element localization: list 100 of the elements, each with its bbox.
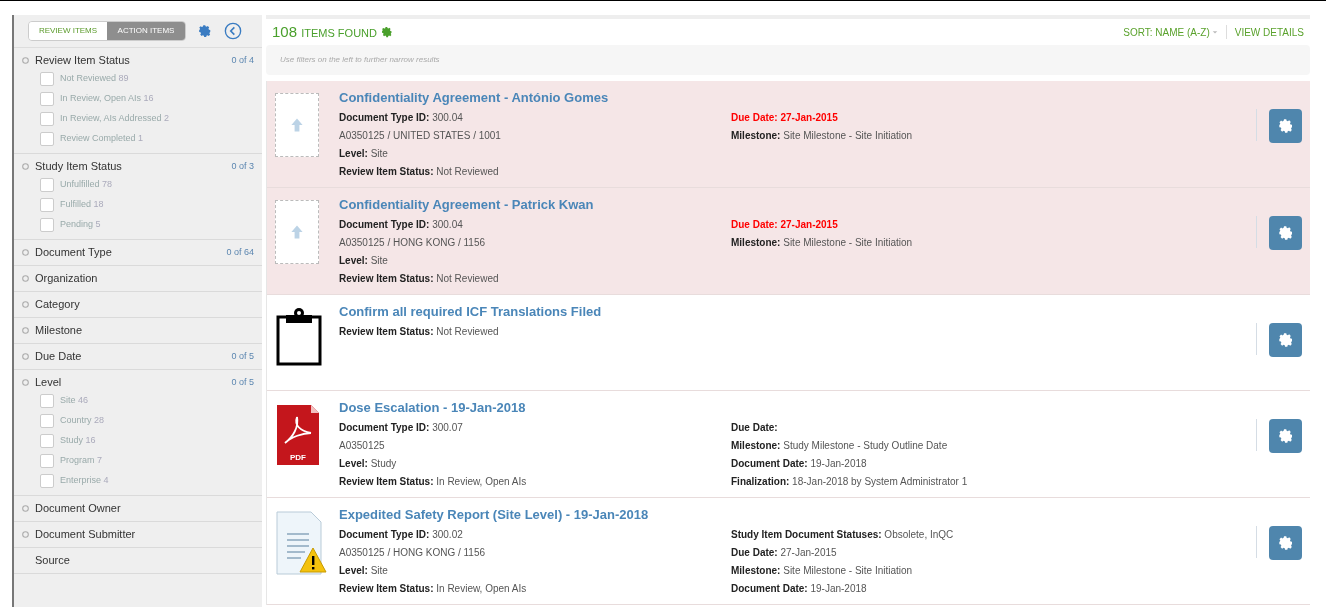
facet-count: 0 of 5 bbox=[231, 349, 254, 363]
pdf-file-icon: PDF bbox=[275, 403, 321, 467]
filter-option[interactable]: Country 28 bbox=[60, 414, 105, 428]
upload-placeholder-icon bbox=[275, 93, 319, 157]
settings-icon bbox=[381, 26, 393, 38]
detail-line: Document Type ID: 300.04 bbox=[339, 111, 464, 125]
facet-title[interactable]: Due Date bbox=[35, 348, 82, 365]
detail-line: A0350125 / HONG KONG / 1156 bbox=[339, 236, 486, 250]
expand-circle-icon bbox=[22, 327, 29, 334]
clipboard-icon bbox=[275, 307, 323, 367]
detail-line: Review Item Status: In Review, Open AIs bbox=[339, 582, 528, 596]
detail-line: Due Date: 27-Jan-2015 bbox=[731, 111, 839, 125]
filter-option[interactable]: Pending 5 bbox=[60, 218, 101, 232]
detail-line: Level: Site bbox=[339, 254, 389, 268]
caret-icon bbox=[1211, 29, 1218, 35]
checkbox[interactable] bbox=[40, 72, 54, 86]
facet-title[interactable]: Review Item Status bbox=[35, 52, 130, 69]
filter-option[interactable]: Study 16 bbox=[60, 434, 96, 448]
checkbox[interactable] bbox=[40, 454, 54, 468]
detail-line: Document Type ID: 300.04 bbox=[339, 218, 464, 232]
upload-placeholder-icon bbox=[275, 200, 319, 264]
expand-circle-icon bbox=[22, 249, 29, 256]
expand-circle-icon bbox=[22, 379, 29, 386]
checkbox[interactable] bbox=[40, 112, 54, 126]
detail-line: Review Item Status: Not Reviewed bbox=[339, 272, 500, 286]
detail-line: Document Type ID: 300.02 bbox=[339, 528, 464, 542]
sort-dropdown[interactable]: SORT: NAME (A-Z) bbox=[1123, 24, 1218, 40]
filter-option[interactable]: Not Reviewed 89 bbox=[60, 72, 129, 86]
checkbox[interactable] bbox=[40, 414, 54, 428]
checkbox[interactable] bbox=[40, 394, 54, 408]
detail-line: Milestone: Site Milestone - Site Initiation bbox=[731, 129, 914, 143]
detail-line: Due Date: bbox=[731, 421, 779, 435]
expand-circle-icon bbox=[22, 301, 29, 308]
facet-title[interactable]: Organization bbox=[35, 270, 98, 287]
filter-option[interactable]: Program 7 bbox=[60, 454, 103, 468]
detail-line: Review Item Status: Not Reviewed bbox=[339, 165, 500, 179]
facet-title[interactable]: Document Type bbox=[35, 244, 112, 261]
expand-circle-icon bbox=[22, 57, 29, 64]
item-title-link[interactable]: Confirm all required ICF Translations Filed bbox=[339, 303, 1256, 321]
collapse-sidebar-icon[interactable] bbox=[224, 22, 242, 40]
filter-option[interactable]: In Review, Open AIs 16 bbox=[60, 92, 154, 106]
facet-title[interactable]: Source bbox=[35, 552, 70, 569]
detail-line: Study Item Document Statuses: Obsolete, InQC bbox=[731, 528, 955, 542]
view-tab[interactable]: ACTION ITEMS bbox=[107, 22, 185, 40]
settings-icon bbox=[1277, 332, 1294, 348]
checkbox[interactable] bbox=[40, 92, 54, 106]
facet-title[interactable]: Level bbox=[35, 374, 62, 391]
checkbox[interactable] bbox=[40, 218, 54, 232]
settings-button[interactable] bbox=[1269, 419, 1302, 453]
checkbox[interactable] bbox=[40, 178, 54, 192]
checkbox[interactable] bbox=[40, 132, 54, 146]
detail-line: Milestone: Site Milestone - Site Initiation bbox=[731, 236, 914, 250]
filter-option[interactable]: Unfulfilled 78 bbox=[60, 178, 113, 192]
expand-circle-icon bbox=[22, 275, 29, 282]
checkbox[interactable] bbox=[40, 198, 54, 212]
detail-line: Document Date: 19-Jan-2018 bbox=[731, 457, 868, 471]
detail-line: Level: Study bbox=[339, 457, 398, 471]
detail-line: Level: Site bbox=[339, 564, 389, 578]
item-title-link[interactable]: Confidentiality Agreement - Patrick Kwan bbox=[339, 196, 1256, 214]
settings-button[interactable] bbox=[1269, 323, 1302, 357]
item-title-link[interactable]: Confidentiality Agreement - António Gomes bbox=[339, 89, 1256, 107]
detail-line: Document Type ID: 300.07 bbox=[339, 421, 464, 435]
filter-option[interactable]: In Review, AIs Addressed 2 bbox=[60, 112, 170, 126]
detail-line: Review Item Status: Not Reviewed bbox=[339, 325, 500, 339]
checkbox[interactable] bbox=[40, 474, 54, 488]
filter-option[interactable]: Review Completed 1 bbox=[60, 132, 144, 146]
item-title-link[interactable]: Expedited Safety Report (Site Level) - 19-Jan-2018 bbox=[339, 506, 1256, 524]
expand-circle-icon bbox=[22, 505, 29, 512]
results-count: 108 ITEMS FOUND bbox=[272, 21, 377, 42]
filter-option[interactable]: Enterprise 4 bbox=[60, 474, 109, 488]
detail-line: Milestone: Study Milestone - Study Outline Date bbox=[731, 439, 949, 453]
detail-line: Document Date: 19-Jan-2018 bbox=[731, 582, 868, 596]
settings-icon bbox=[1277, 118, 1294, 134]
facet-count: 0 of 5 bbox=[231, 375, 254, 389]
facet-title[interactable]: Study Item Status bbox=[35, 158, 122, 175]
item-title-link[interactable]: Dose Escalation - 19-Jan-2018 bbox=[339, 399, 1256, 417]
filter-option[interactable]: Site 46 bbox=[60, 394, 89, 408]
filter-option[interactable]: Fulfilled 18 bbox=[60, 198, 104, 212]
settings-button[interactable] bbox=[1269, 109, 1302, 143]
checkbox[interactable] bbox=[40, 434, 54, 448]
settings-button[interactable] bbox=[1269, 526, 1302, 560]
settings-icon bbox=[1277, 535, 1294, 551]
view-details-link[interactable]: VIEW DETAILS bbox=[1234, 24, 1304, 40]
detail-line: Milestone: Site Milestone - Site Initiation bbox=[731, 564, 914, 578]
detail-line: Level: Site bbox=[339, 147, 389, 161]
detail-line: A0350125 / HONG KONG / 1156 bbox=[339, 546, 486, 560]
facet-title[interactable]: Category bbox=[35, 296, 80, 313]
facet-title[interactable]: Document Submitter bbox=[35, 526, 136, 543]
facet-count: 0 of 64 bbox=[226, 245, 254, 259]
view-tab[interactable]: REVIEW ITEMS bbox=[29, 22, 107, 40]
settings-icon bbox=[198, 24, 212, 38]
facet-count: 0 of 4 bbox=[231, 53, 254, 67]
facet-title[interactable]: Document Owner bbox=[35, 500, 121, 517]
facet-title[interactable]: Milestone bbox=[35, 322, 83, 339]
detail-line: Due Date: 27-Jan-2015 bbox=[731, 218, 839, 232]
hint-bar: Use filters on the left to further narrow results bbox=[266, 45, 1310, 75]
document-warning-icon bbox=[275, 510, 327, 576]
settings-icon bbox=[1277, 428, 1294, 444]
detail-line: Due Date: 27-Jan-2015 bbox=[731, 546, 838, 560]
settings-button[interactable] bbox=[1269, 216, 1302, 250]
